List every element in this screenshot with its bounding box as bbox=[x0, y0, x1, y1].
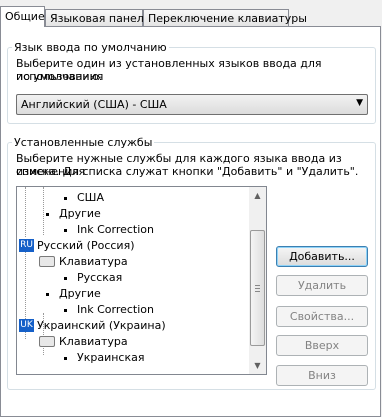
move-up-button[interactable]: Вверх bbox=[276, 335, 368, 356]
keyboard-icon bbox=[39, 256, 55, 267]
scroll-up-arrow-icon[interactable]: ▲ bbox=[249, 187, 266, 204]
tree-item-ukrainian-layout[interactable]: Украинская bbox=[77, 350, 144, 365]
tab-keyboard-switching[interactable]: Переключение клавиатуры bbox=[143, 9, 307, 26]
services-tree[interactable]: США Другие Ink Correction RU Русский (Ро… bbox=[16, 186, 267, 375]
grip-icon bbox=[255, 285, 260, 286]
add-button[interactable]: Добавить... bbox=[276, 246, 368, 267]
bullet-icon bbox=[64, 309, 67, 312]
tree-item-other[interactable]: Другие bbox=[59, 206, 101, 221]
move-down-button[interactable]: Вниз bbox=[276, 365, 368, 386]
default-input-description-2: по умолчанию. bbox=[16, 70, 103, 83]
tree-item-other[interactable]: Другие bbox=[59, 286, 101, 301]
default-language-value: Английский (США) - США bbox=[21, 98, 167, 111]
bullet-icon bbox=[46, 213, 49, 216]
tab-general[interactable]: Общие bbox=[0, 6, 45, 27]
bullet-icon bbox=[64, 197, 67, 200]
installed-services-legend: Установленные службы bbox=[14, 136, 153, 149]
remove-button[interactable]: Удалить bbox=[276, 275, 368, 296]
tab-strip: Общие Языковая панель Переключение клави… bbox=[0, 0, 382, 27]
tab-language-bar[interactable]: Языковая панель bbox=[45, 9, 150, 26]
default-input-legend: Язык ввода по умолчанию bbox=[14, 41, 167, 54]
grip-icon bbox=[255, 288, 260, 289]
tree-guide bbox=[43, 187, 44, 235]
tree-item-ukrainian[interactable]: Украинский (Украина) bbox=[37, 318, 166, 333]
tree-item-keyboard[interactable]: Клавиатура bbox=[59, 334, 128, 349]
russian-flag-icon: RU bbox=[19, 239, 34, 252]
dropdown-arrow-icon[interactable]: ▼ bbox=[356, 98, 363, 108]
scroll-down-arrow-icon[interactable]: ▼ bbox=[249, 357, 266, 374]
tree-item-usa[interactable]: США bbox=[77, 190, 104, 205]
tree-item-ink-correction[interactable]: Ink Correction bbox=[77, 222, 154, 237]
tree-item-keyboard[interactable]: Клавиатура bbox=[59, 254, 128, 269]
tree-item-russian-layout[interactable]: Русская bbox=[77, 270, 122, 285]
bullet-icon bbox=[46, 293, 49, 296]
keyboard-icon bbox=[39, 336, 55, 347]
tree-item-russian[interactable]: Русский (Россия) bbox=[37, 238, 135, 253]
tree-guide bbox=[25, 187, 26, 237]
services-description-2: изменения списка служат кнопки "Добавить… bbox=[16, 165, 359, 178]
default-language-dropdown[interactable]: Английский (США) - США ▼ bbox=[16, 94, 368, 115]
tree-scrollbar[interactable]: ▲ ▼ bbox=[249, 187, 266, 374]
bullet-icon bbox=[64, 229, 67, 232]
bullet-icon bbox=[64, 357, 67, 360]
bullet-icon bbox=[64, 277, 67, 280]
scroll-thumb[interactable] bbox=[250, 230, 265, 346]
tree-item-ink-correction[interactable]: Ink Correction bbox=[77, 302, 154, 317]
grip-icon bbox=[255, 291, 260, 292]
properties-button[interactable]: Свойства... bbox=[276, 306, 368, 327]
ukrainian-flag-icon: UK bbox=[19, 319, 34, 332]
